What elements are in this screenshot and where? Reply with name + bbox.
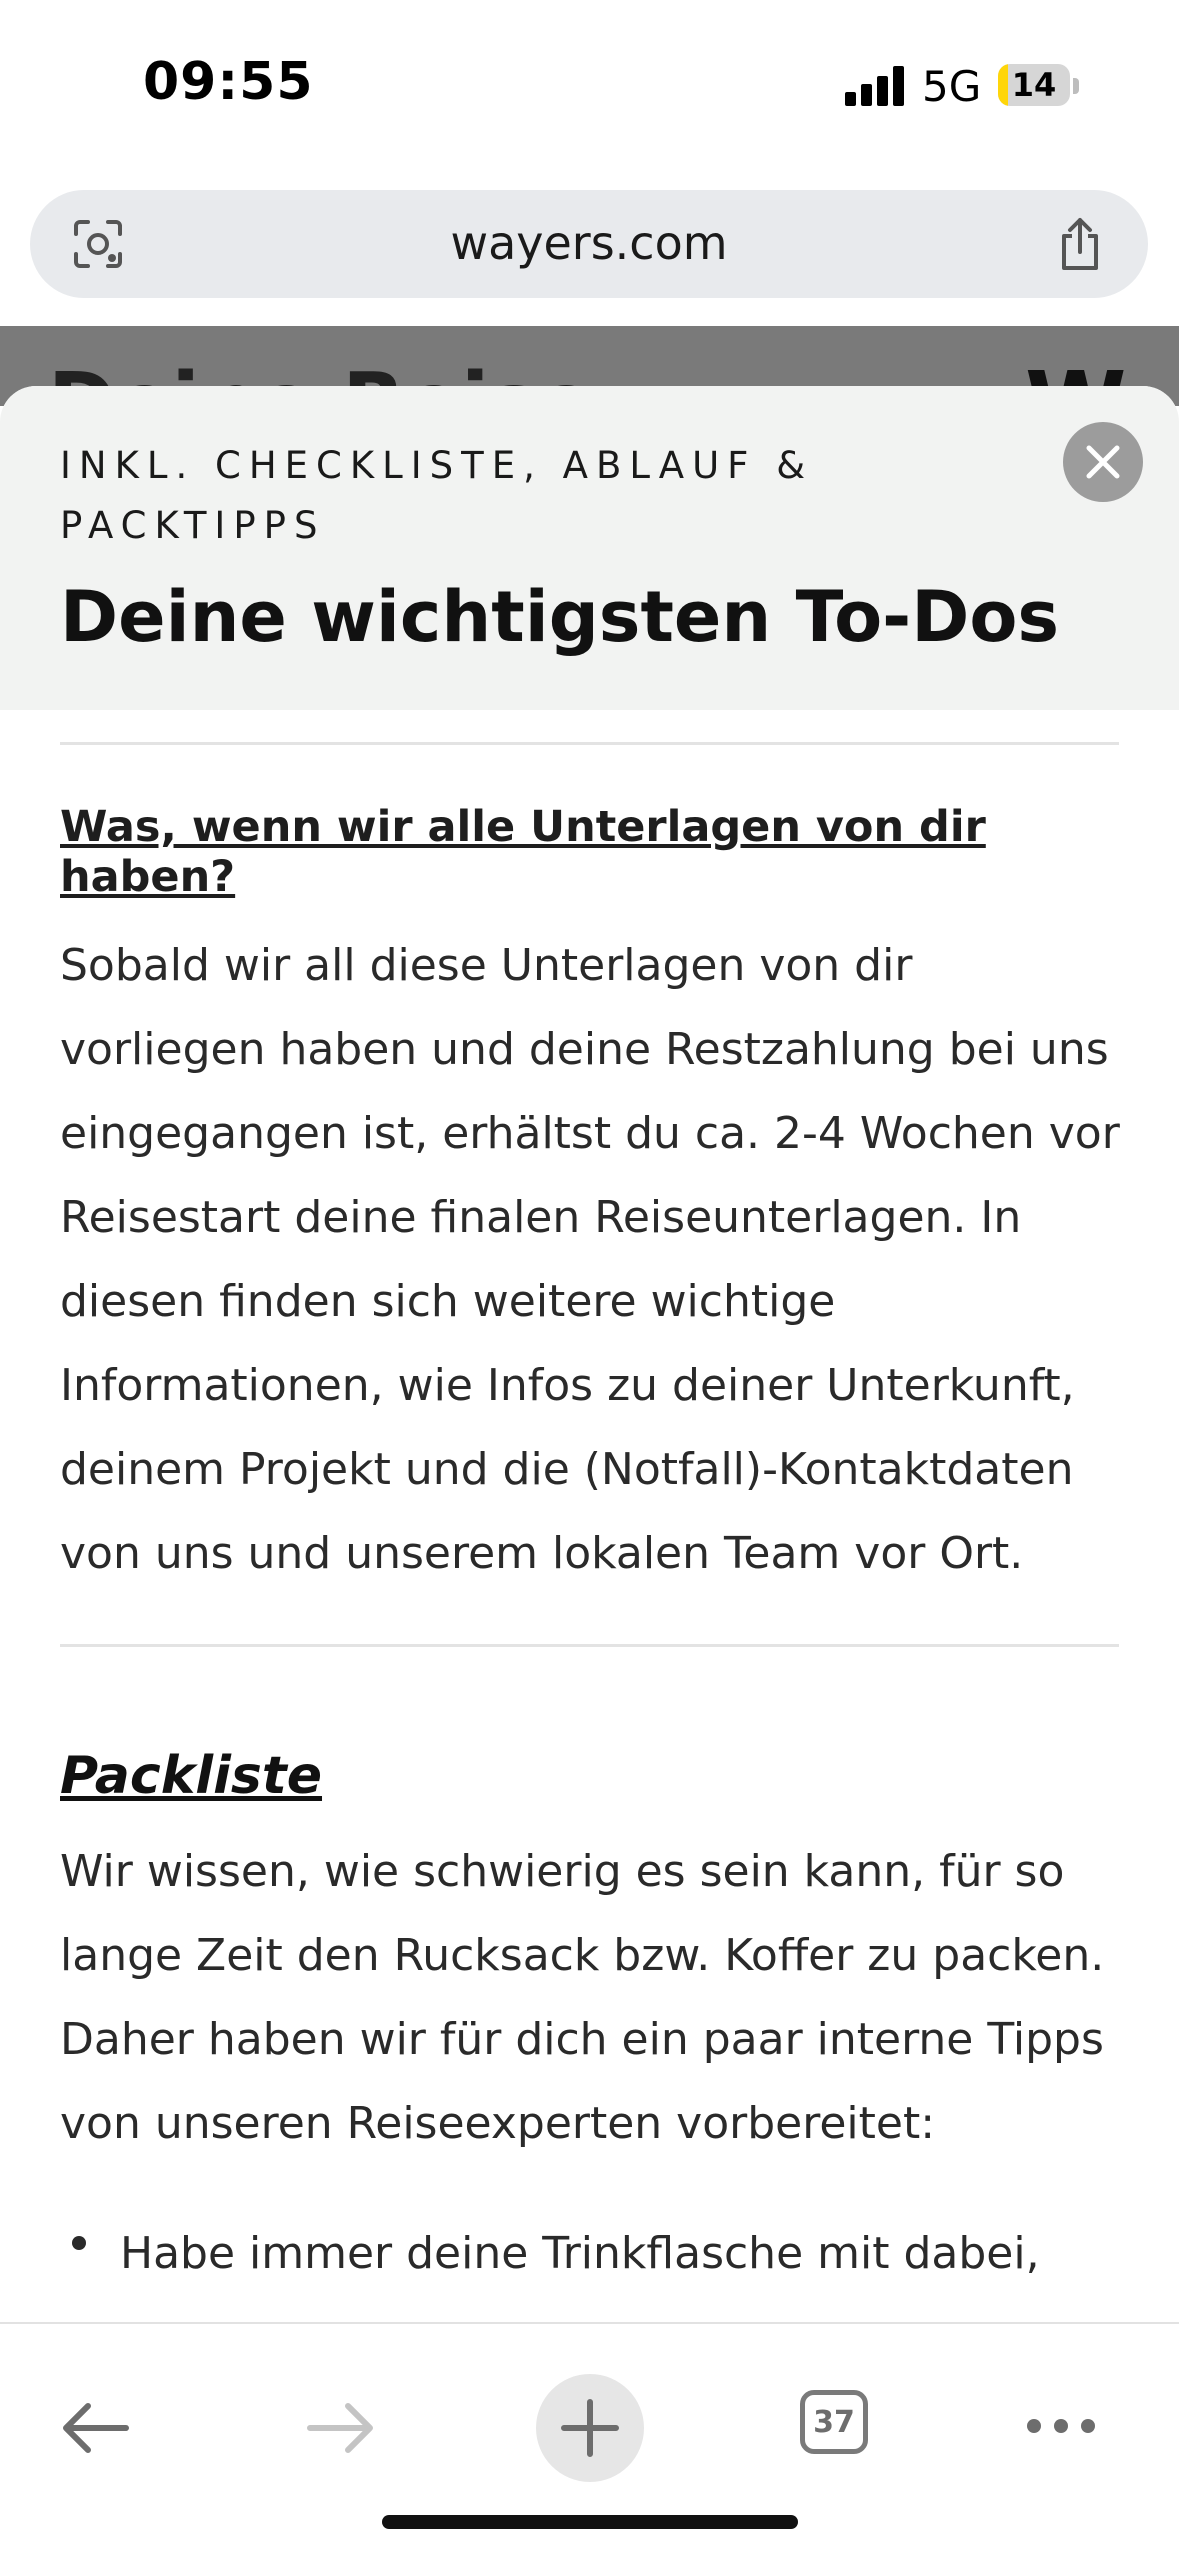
back-arrow-icon[interactable] [58,2398,132,2458]
modal-kicker: INKL. CHECKLISTE, ABLAUF & PACKTIPPS [60,444,814,547]
new-tab-button[interactable] [536,2374,644,2482]
share-icon[interactable] [1050,214,1110,274]
close-button[interactable] [1063,422,1143,502]
section-documents: Was, wenn wir alle Unterlagen von dir ha… [60,802,1130,902]
signal-icon [845,66,907,106]
status-time: 09:55 [143,52,314,112]
close-icon[interactable] [1063,422,1143,502]
section-heading: Was, wenn wir alle Unterlagen von dir ha… [60,802,986,902]
forward-arrow-icon[interactable] [304,2398,378,2458]
battery-icon: 14 [998,64,1070,106]
list-item-text: Habe immer deine Trinkflasche mit dabei, [120,2228,1040,2279]
divider [60,1644,1119,1647]
status-bar: 09:55 5G 14 [0,0,1179,180]
home-indicator [382,2515,798,2529]
modal-header: INKL. CHECKLISTE, ABLAUF & PACKTIPPS Dei… [0,386,1179,710]
tabs-button[interactable]: 37 [800,2390,868,2454]
todo-modal: INKL. CHECKLISTE, ABLAUF & PACKTIPPS Dei… [0,386,1179,2386]
bullet-dot [72,2236,86,2250]
divider [60,742,1119,745]
plus-icon[interactable] [536,2374,644,2482]
section-text: Sobald wir all diese Unterlagen von dir … [60,940,1120,1579]
battery-percent: 14 [1011,66,1057,104]
packliste-text: Wir wissen, wie schwierig es sein kann, … [60,1846,1105,2149]
network-type: 5G [922,62,982,111]
packliste-heading: Packliste [60,1746,323,1806]
battery-cap [1073,78,1079,94]
url-text[interactable]: wayers.com [30,216,1148,270]
section-packliste: Packliste [60,1746,1130,1806]
modal-title: Deine wichtigsten To-Dos [60,576,1060,658]
more-dots-icon[interactable] [1024,2414,1098,2438]
address-bar[interactable]: wayers.com [30,190,1148,298]
